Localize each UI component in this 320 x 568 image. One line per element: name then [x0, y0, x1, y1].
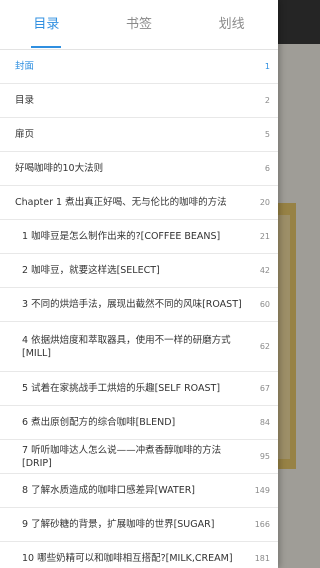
toc-item-page: 1: [264, 62, 270, 71]
toc-item-section-8[interactable]: 8 了解水质造成的咖啡口感差异[WATER] 149: [0, 474, 278, 508]
toc-item-section-7[interactable]: 7 听听咖啡达人怎么说——冲煮香醇咖啡的方法[DRIP] 95: [0, 440, 278, 474]
toc-item-page: 95: [259, 452, 270, 461]
tab-contents[interactable]: 目录: [0, 0, 93, 49]
toc-item-title: 目录: [15, 95, 35, 106]
toc-item-section-5[interactable]: 5 试着在家挑战手工烘焙的乐趣[SELF ROAST] 67: [0, 372, 278, 406]
toc-item-section-6[interactable]: 6 煮出原创配方的综合咖啡[BLEND] 84: [0, 406, 278, 440]
toc-item-page: 6: [264, 164, 270, 173]
toc-item-title: Chapter 1 煮出真正好喝、无与伦比的咖啡的方法: [15, 197, 227, 208]
toc-item-page: 67: [259, 384, 270, 393]
toc-item-title: 3 不同的烘焙手法，展现出截然不同的风味[ROAST]: [22, 299, 242, 310]
toc-item-contents[interactable]: 目录 2: [0, 84, 278, 118]
toc-item-title-page[interactable]: 扉页 5: [0, 118, 278, 152]
tab-bookmarks[interactable]: 书签: [93, 0, 186, 49]
toc-item-section-1[interactable]: 1 咖啡豆是怎么制作出来的?[COFFEE BEANS] 21: [0, 220, 278, 254]
toc-item-page: 149: [254, 486, 270, 495]
toc-item-title: 6 煮出原创配方的综合咖啡[BLEND]: [22, 417, 176, 428]
drawer-tabs: 目录 书签 划线: [0, 0, 278, 50]
toc-item-title: 2 咖啡豆，就要这样选[SELECT]: [22, 265, 160, 276]
toc-item-page: 42: [259, 266, 270, 275]
toc-item-page: 62: [259, 342, 270, 351]
toc-item-title: 8 了解水质造成的咖啡口感差异[WATER]: [22, 485, 196, 496]
toc-item-title: 4 依据烘焙度和萃取器具，使用不一样的研磨方式[MILL]: [22, 334, 231, 359]
toc-item-title: 9 了解砂糖的背景，扩展咖啡的世界[SUGAR]: [22, 519, 215, 530]
toc-item-section-2[interactable]: 2 咖啡豆，就要这样选[SELECT] 42: [0, 254, 278, 288]
toc-item-chapter-1[interactable]: Chapter 1 煮出真正好喝、无与伦比的咖啡的方法 20: [0, 186, 278, 220]
toc-item-page: 5: [264, 130, 270, 139]
toc-item-section-9[interactable]: 9 了解砂糖的背景，扩展咖啡的世界[SUGAR] 166: [0, 508, 278, 542]
toc-item-title: 1 咖啡豆是怎么制作出来的?[COFFEE BEANS]: [22, 231, 221, 242]
toc-item-section-4[interactable]: 4 依据烘焙度和萃取器具，使用不一样的研磨方式[MILL] 62: [0, 322, 278, 372]
toc-item-page: 2: [264, 96, 270, 105]
toc-item-rules[interactable]: 好喝咖啡的10大法则 6: [0, 152, 278, 186]
toc-item-section-3[interactable]: 3 不同的烘焙手法，展现出截然不同的风味[ROAST] 60: [0, 288, 278, 322]
active-tab-indicator: [31, 46, 61, 48]
tab-highlights[interactable]: 划线: [185, 0, 278, 49]
toc-item-title: 5 试着在家挑战手工烘焙的乐趣[SELF ROAST]: [22, 383, 221, 394]
toc-item-page: 84: [259, 418, 270, 427]
toc-item-page: 166: [254, 520, 270, 529]
toc-item-title: 7 听听咖啡达人怎么说——冲煮香醇咖啡的方法[DRIP]: [22, 444, 222, 469]
toc-item-section-10[interactable]: 10 哪些奶精可以和咖啡相互搭配?[MILK,CREAM] 181: [0, 542, 278, 568]
toc-item-page: 60: [259, 300, 270, 309]
toc-list: 封面 1 目录 2 扉页 5 好喝咖啡的10大法则 6 Chapter 1 煮出…: [0, 50, 278, 568]
toc-drawer: 目录 书签 划线 封面 1 目录 2 扉页 5 好喝咖啡的10大法则 6 Cha…: [0, 0, 278, 568]
toc-item-page: 181: [254, 554, 270, 563]
toc-item-page: 21: [259, 232, 270, 241]
toc-item-title: 10 哪些奶精可以和咖啡相互搭配?[MILK,CREAM]: [22, 553, 233, 564]
toc-item-page: 20: [259, 198, 270, 207]
toc-item-title: 扉页: [15, 129, 35, 140]
toc-item-title: 好喝咖啡的10大法则: [15, 163, 104, 174]
toc-item-cover[interactable]: 封面 1: [0, 50, 278, 84]
toc-item-title: 封面: [15, 61, 35, 72]
